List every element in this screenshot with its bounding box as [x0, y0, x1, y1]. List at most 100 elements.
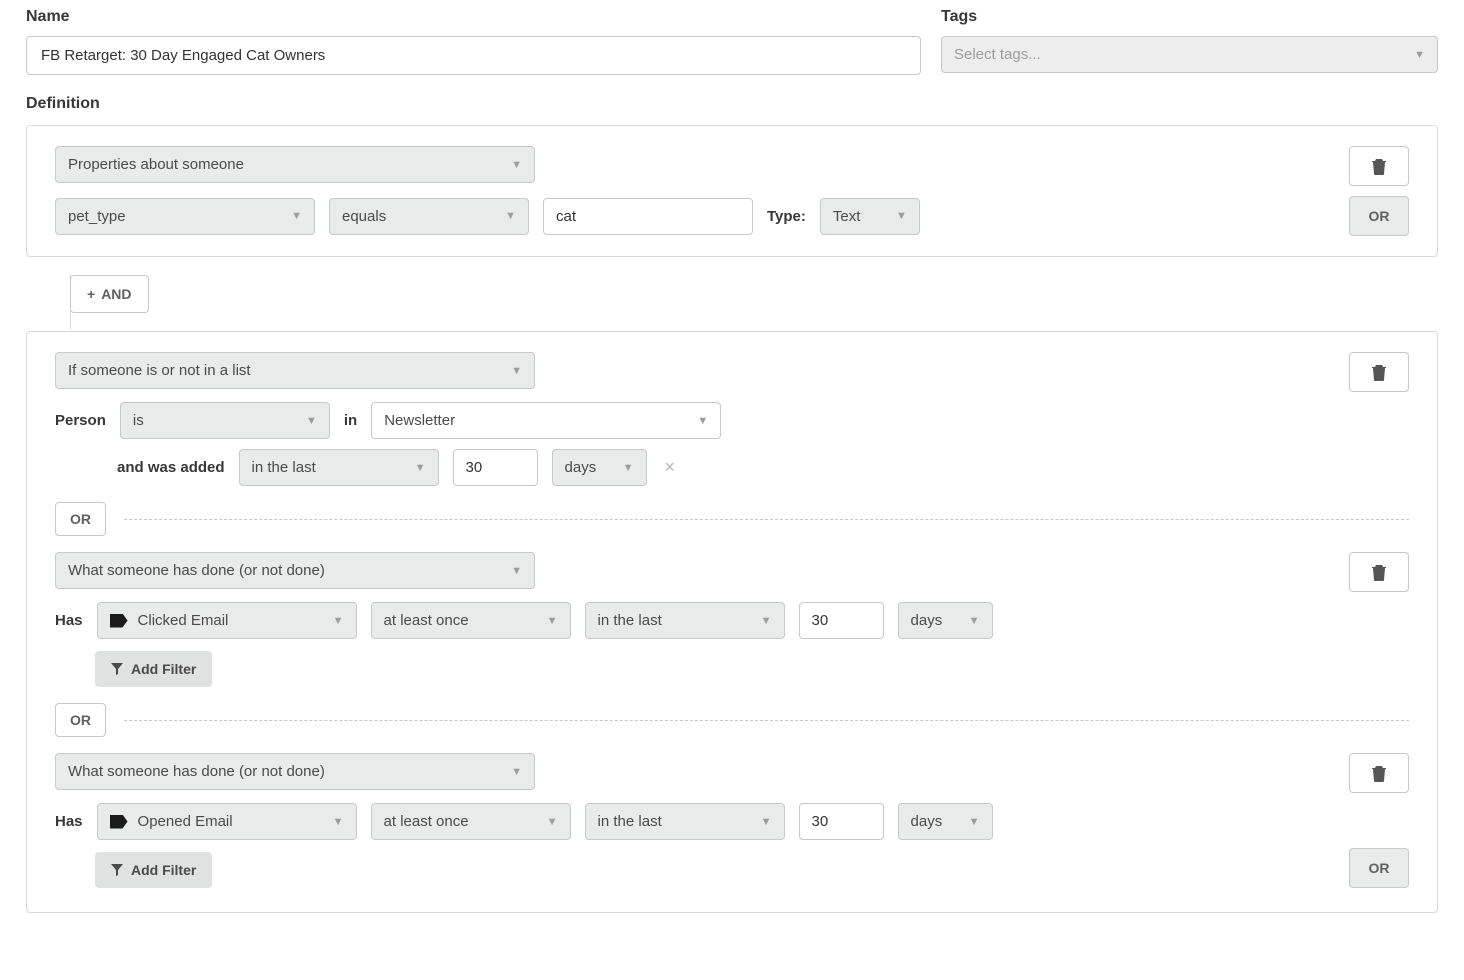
chevron-down-icon: ▼ [761, 615, 772, 627]
or-divider-button[interactable]: OR [55, 502, 106, 536]
or-button[interactable]: OR [1349, 196, 1409, 236]
chevron-down-icon: ▼ [415, 462, 426, 474]
delete-button[interactable] [1349, 352, 1409, 392]
name-input[interactable] [26, 36, 921, 75]
property-value: pet_type [68, 208, 126, 225]
chevron-down-icon: ▼ [511, 159, 522, 171]
freq-select[interactable]: at least once ▼ [371, 803, 571, 840]
chevron-down-icon: ▼ [306, 415, 317, 427]
type-label: Type: [767, 208, 806, 225]
condition-block-1: Properties about someone ▼ pet_type ▼ eq… [26, 125, 1438, 257]
person-op-value: is [133, 412, 144, 429]
flag-icon [110, 815, 128, 829]
operator-value: equals [342, 208, 386, 225]
add-filter-label: Add Filter [131, 862, 196, 878]
added-unit-value: days [565, 459, 597, 476]
add-filter-label: Add Filter [131, 661, 196, 677]
delete-button[interactable] [1349, 552, 1409, 592]
or-divider-button[interactable]: OR [55, 703, 106, 737]
chevron-down-icon: ▼ [333, 615, 344, 627]
tags-label: Tags [941, 8, 1438, 26]
list-value: Newsletter [384, 412, 455, 429]
chevron-down-icon: ▼ [1414, 49, 1425, 61]
chevron-down-icon: ▼ [511, 766, 522, 778]
operator-select[interactable]: equals ▼ [329, 198, 529, 235]
num-input[interactable] [799, 602, 884, 639]
unit-select[interactable]: days ▼ [898, 803, 993, 840]
chevron-down-icon: ▼ [623, 462, 634, 474]
tags-select[interactable]: Select tags... ▼ [941, 36, 1438, 73]
condition-type-value: Properties about someone [68, 156, 244, 173]
filter-icon [111, 663, 123, 675]
chevron-down-icon: ▼ [333, 816, 344, 828]
chevron-down-icon: ▼ [547, 615, 558, 627]
definition-label: Definition [26, 95, 1438, 113]
chevron-down-icon: ▼ [969, 615, 980, 627]
added-op-value: in the last [252, 459, 316, 476]
num-input[interactable] [799, 803, 884, 840]
chevron-down-icon: ▼ [505, 210, 516, 222]
dashed-divider [124, 519, 1409, 520]
add-filter-button[interactable]: Add Filter [95, 651, 212, 687]
in-label: in [344, 412, 357, 429]
event-select[interactable]: Opened Email ▼ [97, 803, 357, 840]
person-op-select[interactable]: is ▼ [120, 402, 330, 439]
unit-value: days [911, 612, 943, 629]
unit-value: days [911, 813, 943, 830]
event-select[interactable]: Clicked Email ▼ [97, 602, 357, 639]
person-label: Person [55, 412, 106, 429]
condition-type-value: What someone has done (or not done) [68, 763, 325, 780]
trash-icon [1372, 158, 1386, 175]
chevron-down-icon: ▼ [291, 210, 302, 222]
value-input[interactable] [543, 198, 753, 235]
list-select[interactable]: Newsletter ▼ [371, 402, 721, 439]
remove-time-icon[interactable]: × [661, 457, 680, 478]
timeop-select[interactable]: in the last ▼ [585, 803, 785, 840]
trash-icon [1372, 564, 1386, 581]
condition-block-2: If someone is or not in a list ▼ Person … [26, 331, 1438, 913]
dashed-divider [124, 720, 1409, 721]
trash-icon [1372, 364, 1386, 381]
freq-value: at least once [384, 813, 469, 830]
has-label: Has [55, 612, 83, 629]
add-filter-button[interactable]: Add Filter [95, 852, 212, 888]
condition-type-select[interactable]: Properties about someone ▼ [55, 146, 535, 183]
has-label: Has [55, 813, 83, 830]
and-label: AND [101, 286, 131, 302]
event-value: Opened Email [138, 813, 233, 830]
timeop-value: in the last [598, 612, 662, 629]
added-op-select[interactable]: in the last ▼ [239, 449, 439, 486]
unit-select[interactable]: days ▼ [898, 602, 993, 639]
name-label: Name [26, 8, 921, 26]
flag-icon [110, 614, 128, 628]
delete-button[interactable] [1349, 146, 1409, 186]
timeop-select[interactable]: in the last ▼ [585, 602, 785, 639]
or-button[interactable]: OR [1349, 848, 1409, 888]
property-select[interactable]: pet_type ▼ [55, 198, 315, 235]
condition-type-select[interactable]: If someone is or not in a list ▼ [55, 352, 535, 389]
chevron-down-icon: ▼ [969, 816, 980, 828]
type-value: Text [833, 208, 861, 225]
condition-type-select[interactable]: What someone has done (or not done) ▼ [55, 552, 535, 589]
freq-select[interactable]: at least once ▼ [371, 602, 571, 639]
added-label: and was added [117, 459, 225, 476]
chevron-down-icon: ▼ [896, 210, 907, 222]
condition-type-value: What someone has done (or not done) [68, 562, 325, 579]
timeop-value: in the last [598, 813, 662, 830]
delete-button[interactable] [1349, 753, 1409, 793]
chevron-down-icon: ▼ [547, 816, 558, 828]
type-select[interactable]: Text ▼ [820, 198, 920, 235]
chevron-down-icon: ▼ [511, 565, 522, 577]
trash-icon [1372, 765, 1386, 782]
filter-icon [111, 864, 123, 876]
added-unit-select[interactable]: days ▼ [552, 449, 647, 486]
chevron-down-icon: ▼ [697, 415, 708, 427]
condition-type-select[interactable]: What someone has done (or not done) ▼ [55, 753, 535, 790]
plus-icon: + [87, 286, 95, 302]
and-button[interactable]: + AND [70, 275, 149, 313]
connector-line [70, 309, 71, 329]
condition-type-value: If someone is or not in a list [68, 362, 251, 379]
chevron-down-icon: ▼ [761, 816, 772, 828]
added-num-input[interactable] [453, 449, 538, 486]
tags-placeholder: Select tags... [954, 46, 1041, 63]
